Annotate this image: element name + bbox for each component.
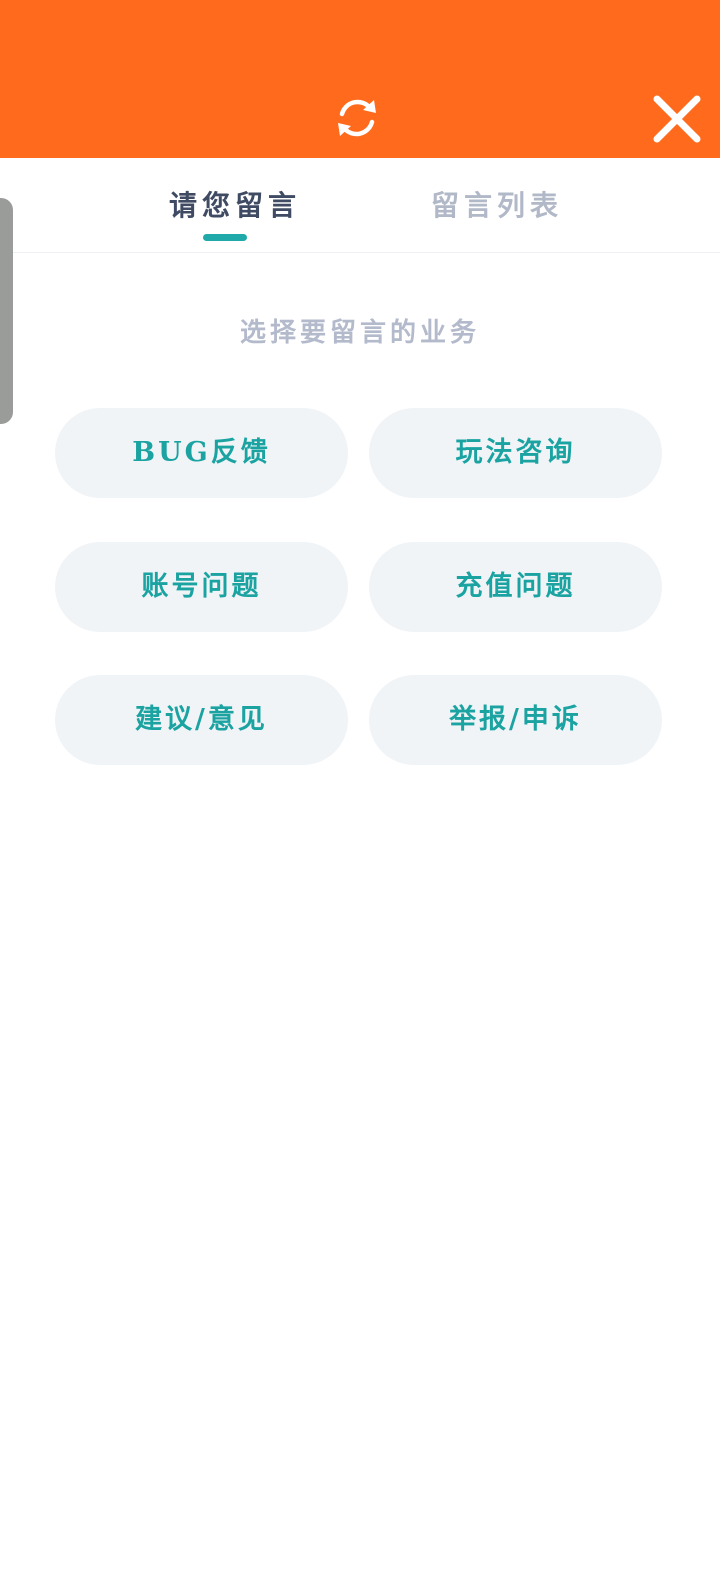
option-suggestion[interactable]: 建议/意见 (55, 675, 348, 765)
active-tab-indicator (203, 234, 247, 241)
option-gameplay-inquiry[interactable]: 玩法咨询 (369, 408, 662, 498)
option-bug-feedback[interactable]: BUG反馈 (55, 408, 348, 498)
option-recharge-issue[interactable]: 充值问题 (369, 542, 662, 632)
side-drawer-handle[interactable] (0, 198, 13, 424)
section-title: 选择要留言的业务 (239, 318, 480, 348)
close-button[interactable] (652, 94, 702, 144)
close-icon (653, 95, 701, 143)
refresh-button[interactable] (333, 94, 381, 142)
feedback-page: 请您留言 留言列表 选择要留言的业务 BUG反馈 玩法咨询 账号问题 充值问题 … (0, 0, 720, 1584)
option-report-appeal[interactable]: 举报/申诉 (369, 675, 662, 765)
tab-message-list[interactable]: 留言列表 (431, 186, 563, 226)
tab-leave-message[interactable]: 请您留言 (169, 186, 301, 226)
tab-bar: 请您留言 留言列表 (0, 158, 720, 253)
header-bar (0, 0, 720, 158)
refresh-icon (338, 99, 376, 137)
option-account-issue[interactable]: 账号问题 (55, 542, 348, 632)
